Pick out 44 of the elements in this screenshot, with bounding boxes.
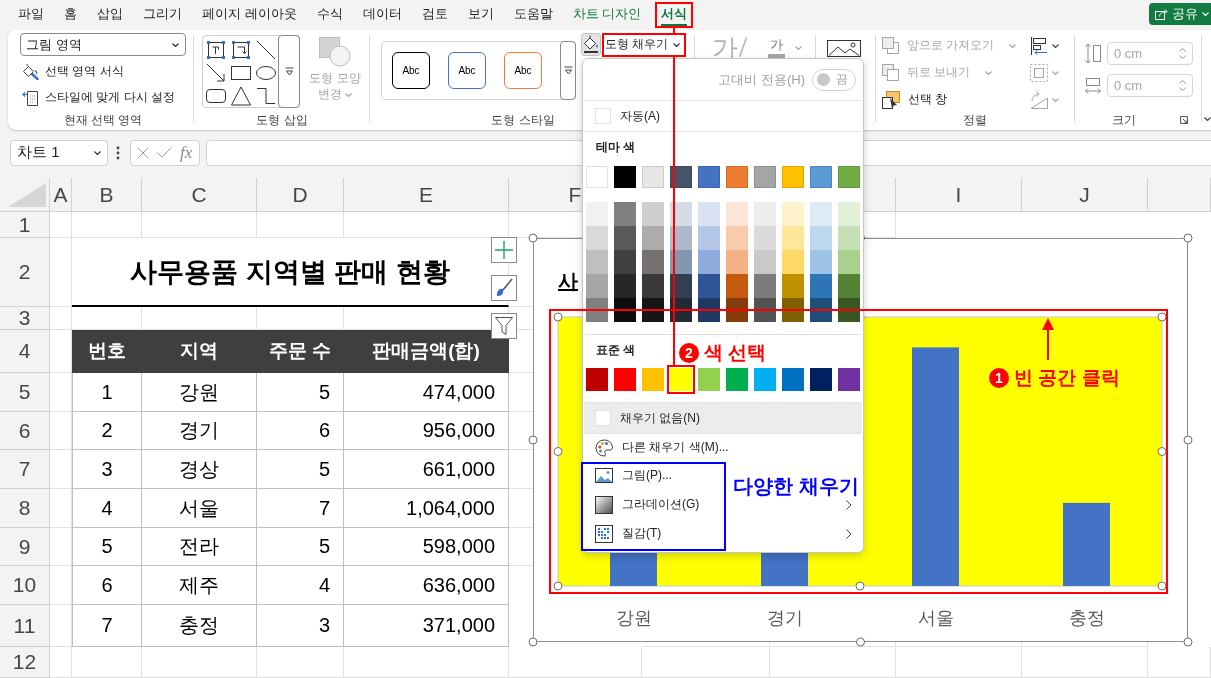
table-cell: 강원 [142, 373, 257, 412]
table-cell: 충정 [142, 605, 257, 647]
table-cell: 7 [257, 489, 344, 528]
high-contrast-label: 고대비 전용(H) [718, 70, 805, 89]
table-cell: 1,064,000 [344, 489, 509, 528]
group-label: 현재 선택 영역 [63, 111, 143, 129]
table-cell: 2 [72, 412, 142, 450]
group-label: 도형 스타일 [491, 111, 555, 129]
table-cell: 4 [257, 566, 344, 605]
table-cell: 제주 [142, 566, 257, 605]
table-cell: 956,000 [344, 412, 509, 450]
table-cell: 6 [257, 412, 344, 450]
group-label: 크기 [1112, 111, 1136, 129]
table-cell: 5 [257, 373, 344, 412]
table-cell: 5 [72, 528, 142, 566]
table-cell: 전라 [142, 528, 257, 566]
table-cell: 3 [72, 450, 142, 489]
table-cell: 7 [72, 605, 142, 647]
table-cell: 1 [72, 373, 142, 412]
table-header-cell: 판매금액(합) [344, 330, 509, 373]
axis-label: 서울 [917, 608, 954, 628]
axis-label: 강원 [615, 608, 652, 628]
table-cell: 4 [72, 489, 142, 528]
group-label: 도형 삽입 [256, 111, 308, 129]
table-header-cell: 지역 [142, 330, 257, 373]
table-cell: 경상 [142, 450, 257, 489]
table-cell: 3 [257, 605, 344, 647]
table-cell: 5 [257, 450, 344, 489]
table-cell: 661,000 [344, 450, 509, 489]
section-label: 테마 색 [595, 139, 636, 156]
table-cell: 636,000 [344, 566, 509, 605]
table-cell: 5 [257, 528, 344, 566]
table-header-cell: 번호 [72, 330, 142, 373]
table-cell: 598,000 [344, 528, 509, 566]
table-cell: 474,000 [344, 373, 509, 412]
table-cell: 경기 [142, 412, 257, 450]
chart-title: 사 [558, 270, 578, 292]
group-label: 정렬 [962, 111, 987, 129]
axis-label: 경기 [766, 608, 803, 628]
table-cell: 371,000 [344, 605, 509, 647]
table-cell: 6 [72, 566, 142, 605]
table-cell: 서울 [142, 489, 257, 528]
table-header-cell: 주문 수 [257, 330, 344, 373]
axis-label: 충정 [1068, 608, 1105, 628]
